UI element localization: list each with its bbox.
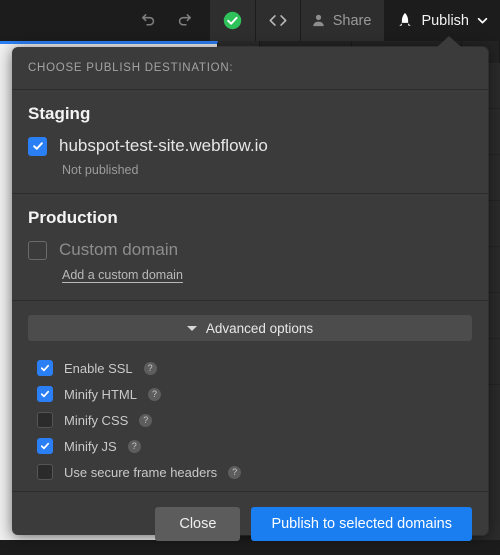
help-icon[interactable]: ? bbox=[144, 362, 157, 375]
option-row-enable-ssl[interactable]: Enable SSL ? bbox=[28, 355, 472, 381]
help-icon[interactable]: ? bbox=[139, 414, 152, 427]
chevron-down-icon bbox=[477, 17, 488, 24]
minify-html-label: Minify HTML bbox=[64, 387, 137, 402]
enable-ssl-checkbox[interactable] bbox=[37, 360, 53, 376]
advanced-options-label: Advanced options bbox=[206, 321, 313, 336]
top-toolbar: Share Publish bbox=[0, 0, 500, 41]
production-domain-checkbox bbox=[28, 241, 47, 260]
help-icon[interactable]: ? bbox=[228, 466, 241, 479]
add-custom-domain-link[interactable]: Add a custom domain bbox=[62, 268, 183, 282]
rocket-icon bbox=[397, 12, 413, 29]
app-window: Share Publish CHOOSE PUBLISH DESTINATION… bbox=[0, 0, 500, 540]
production-domain-name: Custom domain bbox=[59, 240, 178, 260]
advanced-options-section: Advanced options Enable SSL ? Minify HTM bbox=[12, 301, 488, 492]
help-icon[interactable]: ? bbox=[128, 440, 141, 453]
minify-css-label: Minify CSS bbox=[64, 413, 128, 428]
production-domain-row: Custom domain bbox=[28, 240, 472, 260]
production-section: Production Custom domain Add a custom do… bbox=[12, 194, 488, 301]
enable-ssl-label: Enable SSL bbox=[64, 361, 133, 376]
share-label: Share bbox=[333, 13, 372, 29]
publish-button[interactable]: Publish bbox=[384, 0, 500, 41]
minify-html-checkbox[interactable] bbox=[37, 386, 53, 402]
dropdown-footer: Close Publish to selected domains bbox=[12, 492, 488, 555]
code-view-button[interactable] bbox=[255, 0, 300, 41]
staging-domain-name: hubspot-test-site.webflow.io bbox=[59, 136, 268, 156]
staging-title: Staging bbox=[28, 104, 472, 124]
option-row-secure-frame-headers[interactable]: Use secure frame headers ? bbox=[28, 459, 472, 485]
staging-publish-status: Not published bbox=[62, 163, 472, 177]
redo-button[interactable] bbox=[167, 0, 203, 41]
staging-domain-row[interactable]: hubspot-test-site.webflow.io bbox=[28, 136, 472, 156]
save-status-button[interactable] bbox=[209, 0, 255, 41]
option-row-minify-js[interactable]: Minify JS ? bbox=[28, 433, 472, 459]
publish-destination-dropdown: CHOOSE PUBLISH DESTINATION: Staging hubs… bbox=[12, 47, 488, 535]
staging-section: Staging hubspot-test-site.webflow.io Not… bbox=[12, 90, 488, 194]
caret-down-icon bbox=[187, 326, 197, 331]
publish-label: Publish bbox=[421, 13, 469, 29]
option-row-minify-html[interactable]: Minify HTML ? bbox=[28, 381, 472, 407]
publish-to-selected-domains-button[interactable]: Publish to selected domains bbox=[251, 507, 472, 541]
advanced-options-toggle[interactable]: Advanced options bbox=[28, 315, 472, 341]
share-button[interactable]: Share bbox=[300, 0, 385, 41]
dropdown-header: CHOOSE PUBLISH DESTINATION: bbox=[12, 47, 488, 90]
checkmark-icon bbox=[40, 441, 50, 451]
checkmark-icon bbox=[40, 389, 50, 399]
help-icon[interactable]: ? bbox=[148, 388, 161, 401]
secure-frame-headers-checkbox[interactable] bbox=[37, 464, 53, 480]
history-controls bbox=[124, 0, 209, 41]
staging-domain-checkbox[interactable] bbox=[28, 137, 47, 156]
undo-button[interactable] bbox=[131, 0, 167, 41]
code-icon bbox=[268, 13, 288, 28]
close-button[interactable]: Close bbox=[155, 507, 240, 541]
checkmark-icon bbox=[32, 140, 44, 152]
person-icon bbox=[311, 13, 326, 28]
minify-js-checkbox[interactable] bbox=[37, 438, 53, 454]
undo-icon bbox=[140, 12, 157, 29]
redo-icon bbox=[176, 12, 193, 29]
minify-css-checkbox[interactable] bbox=[37, 412, 53, 428]
dropdown-pointer-arrow bbox=[436, 36, 462, 48]
minify-js-label: Minify JS bbox=[64, 439, 117, 454]
saved-check-icon bbox=[223, 11, 242, 30]
checkmark-icon bbox=[40, 363, 50, 373]
production-title: Production bbox=[28, 208, 472, 228]
secure-frame-headers-label: Use secure frame headers bbox=[64, 465, 217, 480]
option-row-minify-css[interactable]: Minify CSS ? bbox=[28, 407, 472, 433]
